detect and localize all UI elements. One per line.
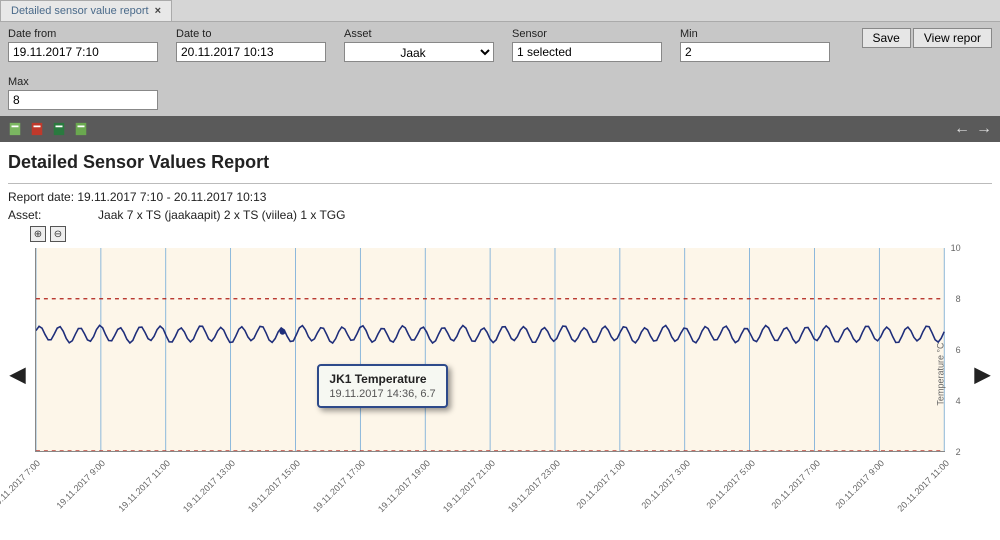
x-tick: 20.11.2017 5:00 xyxy=(704,458,782,536)
report-date-line: Report date: 19.11.2017 7:10 - 20.11.201… xyxy=(8,190,992,204)
tab-detailed-report[interactable]: Detailed sensor value report × xyxy=(0,0,172,21)
x-tick: 19.11.2017 17:00 xyxy=(311,458,393,540)
view-report-button[interactable]: View repor xyxy=(913,28,992,48)
label-date-to: Date to xyxy=(176,28,326,40)
close-icon[interactable]: × xyxy=(155,5,161,17)
x-tick: 19.11.2017 9:00 xyxy=(55,458,133,536)
input-max[interactable] xyxy=(8,90,158,110)
x-tick: 19.11.2017 11:00 xyxy=(117,458,198,539)
report-asset-line: Asset: Jaak 7 x TS (jaakaapit) 2 x TS (v… xyxy=(8,208,992,222)
x-tick: 19.11.2017 13:00 xyxy=(181,458,263,540)
x-tick: 20.11.2017 9:00 xyxy=(834,458,912,536)
chart-prev-icon[interactable]: ◀ xyxy=(8,362,27,387)
x-tick: 19.11.2017 15:00 xyxy=(246,458,328,540)
label-min: Min xyxy=(680,28,830,40)
tab-label: Detailed sensor value report xyxy=(11,5,149,17)
x-tick: 19.11.2017 19:00 xyxy=(376,458,458,540)
plot-area xyxy=(35,248,944,452)
export-other-icon[interactable] xyxy=(74,122,88,136)
asset-label: Asset: xyxy=(8,208,41,222)
x-tick: 19.11.2017 21:00 xyxy=(441,458,523,540)
x-tick: 20.11.2017 11:00 xyxy=(896,458,977,539)
field-sensor: Sensor xyxy=(512,28,662,62)
input-date-to[interactable] xyxy=(176,42,326,62)
x-tick: 20.11.2017 7:00 xyxy=(769,458,847,536)
nav-back-icon[interactable]: ← xyxy=(954,120,970,138)
report-toolbar: ← → xyxy=(0,116,1000,142)
field-date-from: Date from xyxy=(8,28,158,62)
label-asset: Asset xyxy=(344,28,494,40)
select-asset[interactable]: Jaak xyxy=(344,42,494,62)
report-area: Detailed Sensor Values Report Report dat… xyxy=(0,142,1000,514)
x-tick: 20.11.2017 1:00 xyxy=(574,458,652,536)
chart-next-icon[interactable]: ▶ xyxy=(973,362,992,387)
y-tick: 10 xyxy=(951,243,961,253)
y-tick: 2 xyxy=(956,447,961,457)
y-tick: 6 xyxy=(956,345,961,355)
zoom-in-icon[interactable]: ⊕ xyxy=(30,226,46,242)
export-xls-icon[interactable] xyxy=(52,122,66,136)
chart-wrap: ◀ Temperature °C JK1 Temperature 19.11.2… xyxy=(8,244,992,504)
export-pdf-icon[interactable] xyxy=(30,122,44,136)
y-axis-label: Temperature °C xyxy=(936,342,946,405)
chart[interactable]: Temperature °C JK1 Temperature 19.11.201… xyxy=(27,244,972,504)
label-date-from: Date from xyxy=(8,28,158,40)
input-min[interactable] xyxy=(680,42,830,62)
input-date-from[interactable] xyxy=(8,42,158,62)
export-csv-icon[interactable] xyxy=(8,122,22,136)
x-tick: 19.11.2017 7:00 xyxy=(0,458,68,536)
report-title: Detailed Sensor Values Report xyxy=(8,152,992,173)
tab-bar: Detailed sensor value report × xyxy=(0,0,1000,22)
label-max: Max xyxy=(8,76,992,88)
nav-forward-icon[interactable]: → xyxy=(976,120,992,138)
x-tick: 20.11.2017 3:00 xyxy=(639,458,717,536)
zoom-controls: ⊕ ⊖ xyxy=(30,226,992,242)
y-tick: 8 xyxy=(956,294,961,304)
asset-value: Jaak 7 x TS (jaakaapit) 2 x TS (viilea) … xyxy=(98,208,345,222)
filter-bar: Date from Date to Asset Jaak Sensor Min … xyxy=(0,22,1000,116)
y-tick: 4 xyxy=(956,396,961,406)
field-max: Max xyxy=(8,76,992,110)
field-min: Min xyxy=(680,28,830,62)
field-asset: Asset Jaak xyxy=(344,28,494,62)
save-button[interactable]: Save xyxy=(862,28,911,48)
field-date-to: Date to xyxy=(176,28,326,62)
input-sensor[interactable] xyxy=(512,42,662,62)
x-tick: 19.11.2017 23:00 xyxy=(506,458,588,540)
zoom-out-icon[interactable]: ⊖ xyxy=(50,226,66,242)
label-sensor: Sensor xyxy=(512,28,662,40)
filter-buttons: Save View repor xyxy=(862,28,993,48)
